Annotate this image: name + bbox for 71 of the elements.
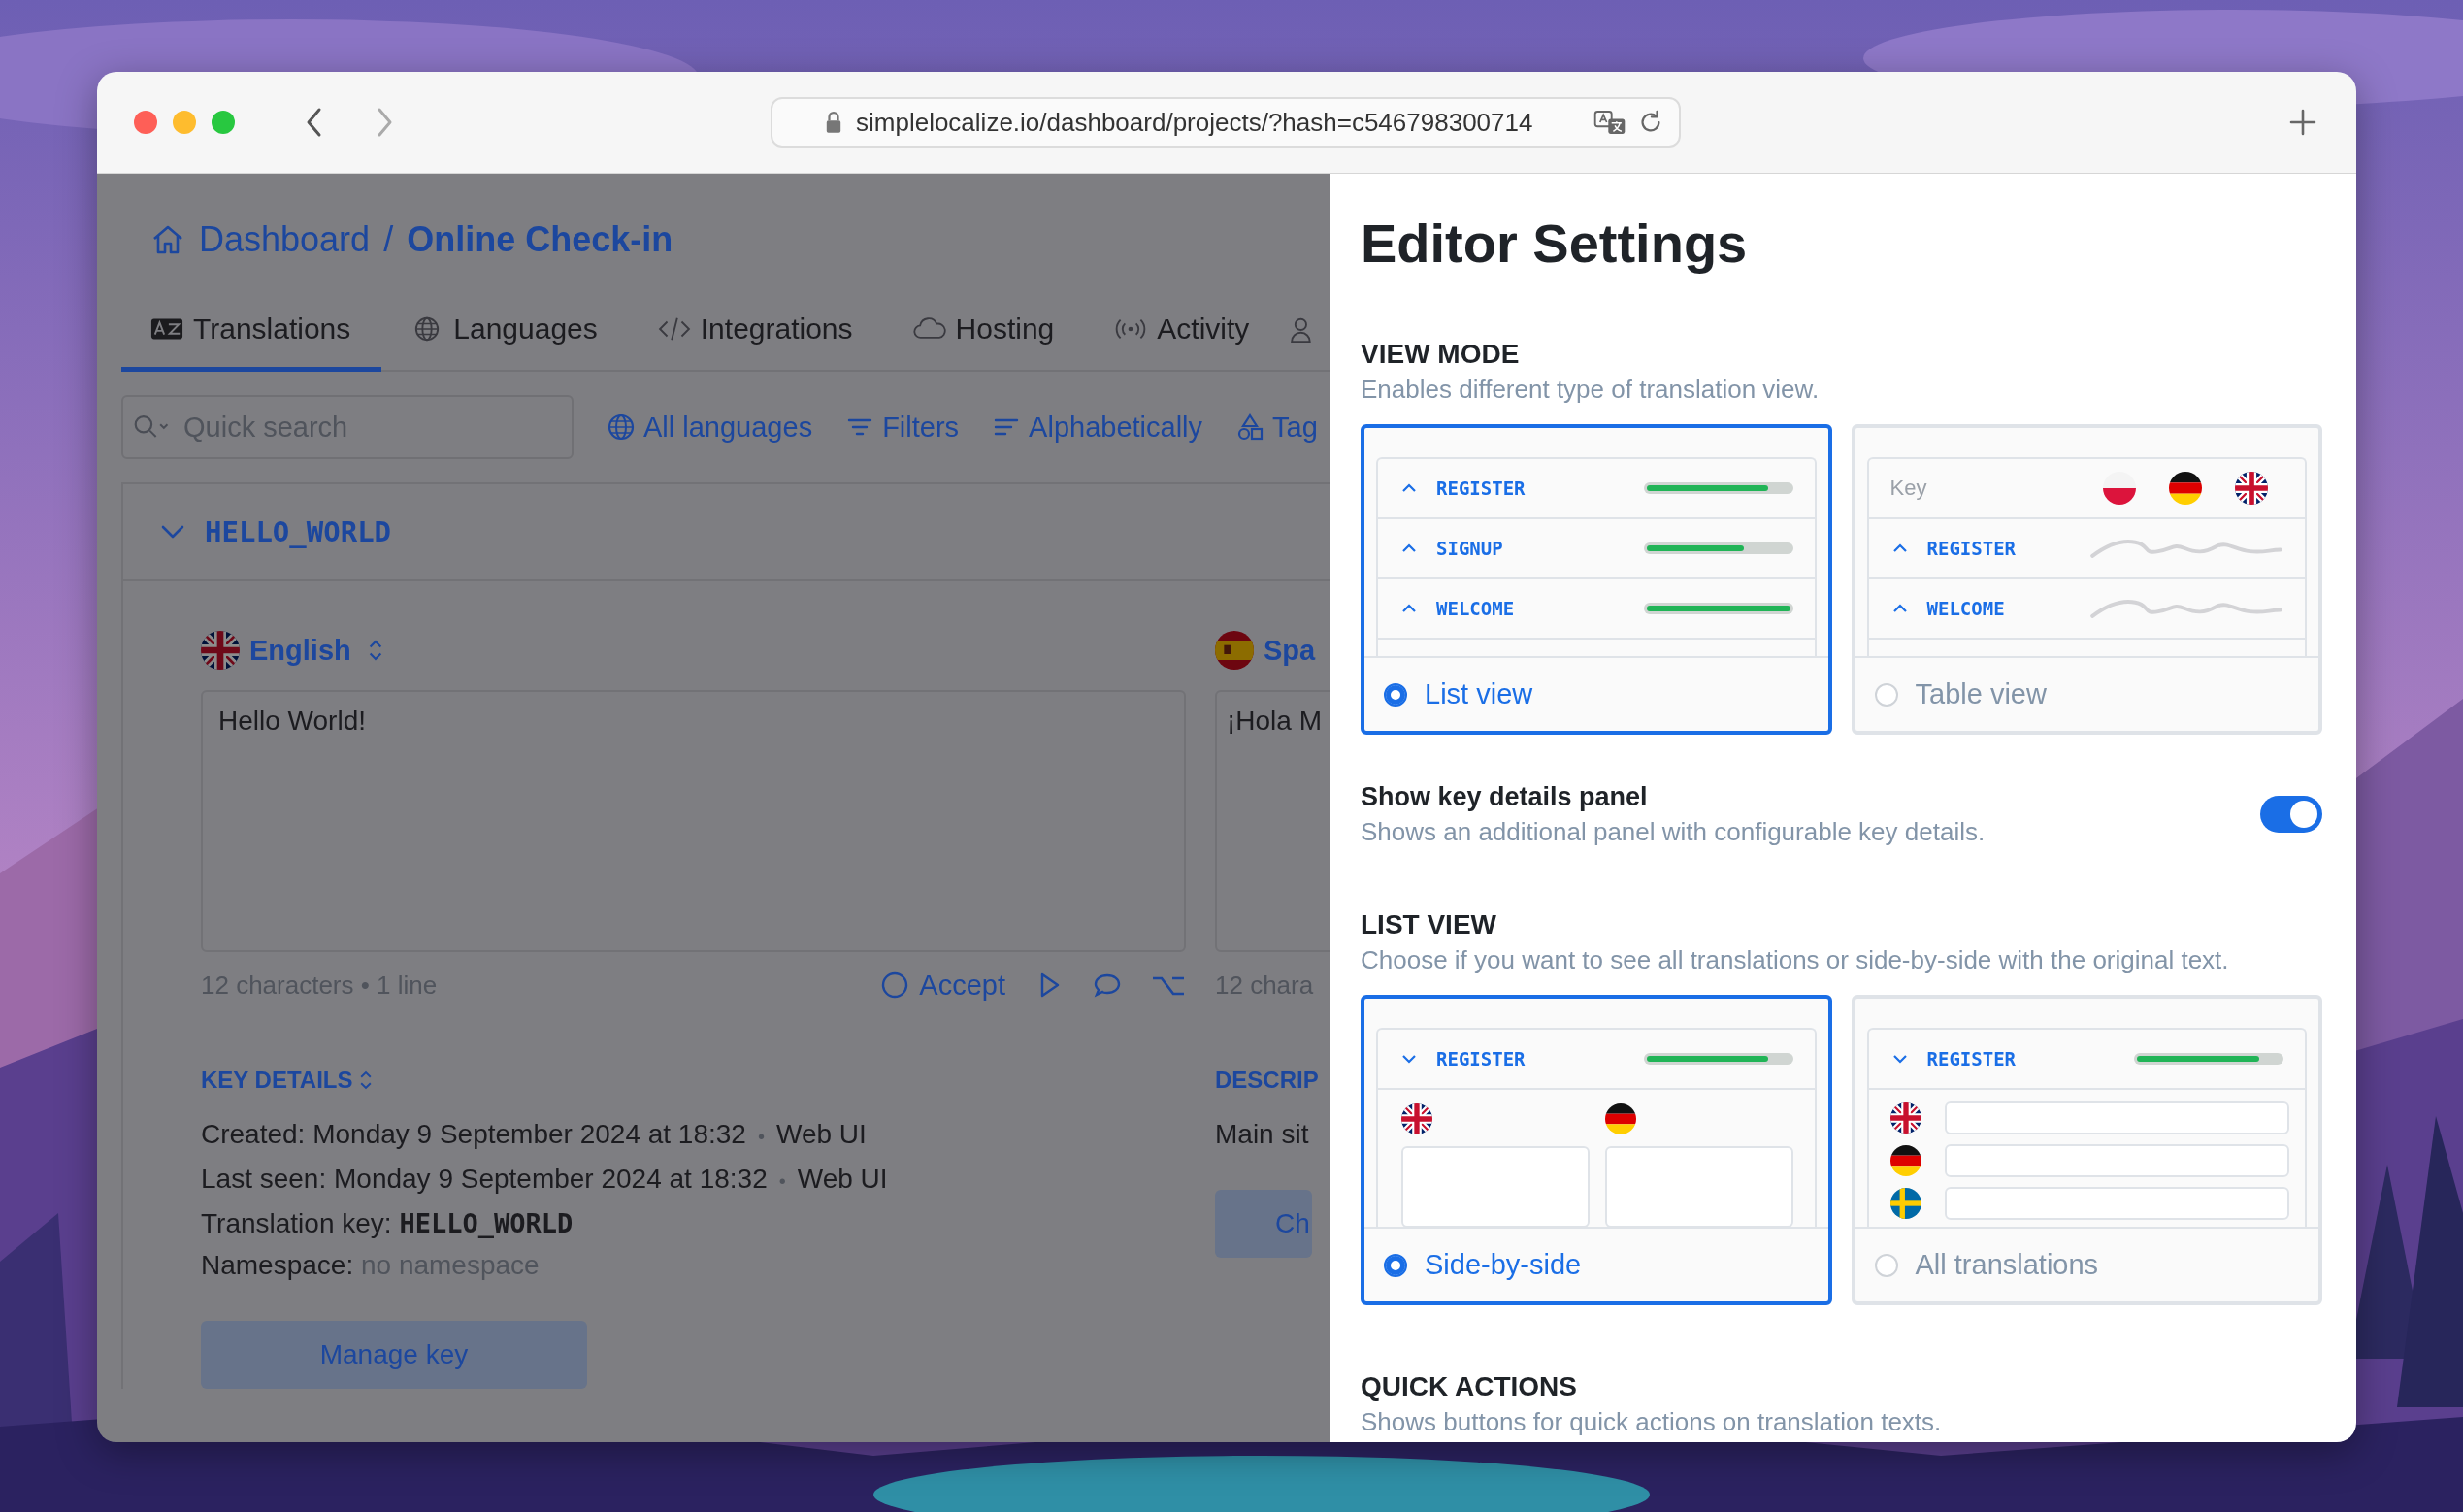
setting-description: Shows an additional panel with configurable key details. — [1361, 816, 1986, 848]
lock-icon — [825, 111, 842, 134]
tab[interactable]: Translations — [121, 290, 382, 372]
section-description: Enables different type of translation view. — [1361, 374, 1821, 406]
key-name: SIGNUP — [1436, 538, 1503, 559]
key-name: HELLO_WORLD — [205, 515, 392, 548]
shapes-icon — [1235, 412, 1265, 442]
filter-button[interactable]: Alphabetically — [992, 411, 1203, 444]
german-flag-icon — [1889, 1145, 1921, 1176]
key-name: REGISTER — [1436, 477, 1526, 499]
section-heading: QUICK ACTIONS — [1361, 1370, 1578, 1403]
tab[interactable]: Hosting — [883, 290, 1086, 372]
circle-icon — [880, 970, 910, 1000]
section-description: Shows buttons for quick actions on translation texts. — [1361, 1406, 1943, 1438]
detail-line: Translation key: HELLO_WORLD — [201, 1207, 575, 1240]
breadcrumb-separator: / — [383, 219, 394, 260]
view-option-card[interactable]: REGISTER All translations — [1851, 995, 2322, 1305]
description-text: Main sit — [1215, 1118, 1310, 1151]
setting-label: Show key details panel — [1361, 781, 1649, 813]
toggle-switch[interactable] — [2260, 796, 2322, 833]
radio-button[interactable] — [1384, 1253, 1407, 1277]
british-flag-icon — [1401, 1103, 1432, 1134]
translation-text-area[interactable]: Hello World! — [201, 690, 1186, 952]
panel-title: Editor Settings — [1361, 212, 1749, 276]
key-name: REGISTER — [1926, 1048, 2016, 1069]
section-heading[interactable]: DESCRIP — [1215, 1067, 1319, 1094]
swedish-flag-icon — [1889, 1188, 1921, 1219]
detail-line: Last seen: Monday 9 September 2024 at 18:32 • Web UI — [201, 1163, 889, 1196]
option-label: All translations — [1915, 1249, 2099, 1281]
filter-button[interactable]: All languages — [607, 411, 813, 444]
breadcrumb-current: Online Check-in — [407, 219, 673, 260]
british-flag-icon — [1889, 1102, 1921, 1134]
key-name: REGISTER — [1926, 538, 2016, 559]
section-heading: VIEW MODE — [1361, 338, 1521, 371]
minimize-window-button[interactable] — [173, 111, 196, 134]
option-label: Table view — [1915, 678, 2047, 710]
section-heading[interactable]: KEY DETAILS — [201, 1067, 353, 1094]
tab[interactable]: Integrations — [628, 290, 884, 372]
key-name: REGISTER — [1436, 1048, 1526, 1069]
british-flag-icon — [201, 631, 240, 670]
translate-icon[interactable] — [1593, 109, 1626, 136]
column-header: Key — [1889, 476, 1927, 501]
close-window-button[interactable] — [134, 111, 157, 134]
breadcrumb-link[interactable]: Dashboard — [199, 219, 371, 260]
filter-button[interactable]: Tag — [1235, 411, 1318, 444]
tab[interactable]: Activity — [1085, 290, 1281, 372]
detail-line: Created: Monday 9 September 2024 at 18:32 • Web UI — [201, 1118, 868, 1151]
language-selector[interactable]: English — [249, 634, 351, 667]
address-bar[interactable]: simplelocalize.io/dashboard/projects/?hash=c546798300714 — [771, 97, 1681, 148]
radio-button[interactable] — [1384, 682, 1407, 707]
language-selector[interactable]: Spa — [1264, 634, 1316, 667]
british-flag-icon — [2235, 472, 2268, 505]
view-option-card[interactable]: REGISTER Side-by-side — [1361, 995, 1832, 1305]
polish-flag-icon — [2103, 472, 2136, 505]
spanish-flag-icon — [1215, 631, 1254, 670]
view-option-card[interactable]: REGISTER SIGNUP WELCOME List view — [1361, 424, 1832, 735]
accept-button[interactable]: Accept — [880, 969, 1005, 1002]
new-tab-icon[interactable] — [2288, 108, 2317, 137]
key-name: WELCOME — [1436, 598, 1515, 619]
view-option-card[interactable]: Key REGISTER WELCOME Table view — [1851, 424, 2322, 735]
zoom-window-button[interactable] — [212, 111, 235, 134]
german-flag-icon — [1605, 1103, 1636, 1134]
section-description: Choose if you want to see all translations or side-by-side with the original text. — [1361, 944, 2230, 976]
globe-icon — [607, 412, 636, 442]
tab[interactable]: Languages — [381, 290, 629, 372]
filter-button[interactable]: Filters — [845, 411, 960, 444]
option-label: Side-by-side — [1425, 1249, 1582, 1281]
option-label: List view — [1425, 678, 1533, 710]
german-flag-icon — [2169, 472, 2202, 505]
section-heading: LIST VIEW — [1361, 908, 1497, 941]
key-name: WELCOME — [1926, 598, 2005, 619]
